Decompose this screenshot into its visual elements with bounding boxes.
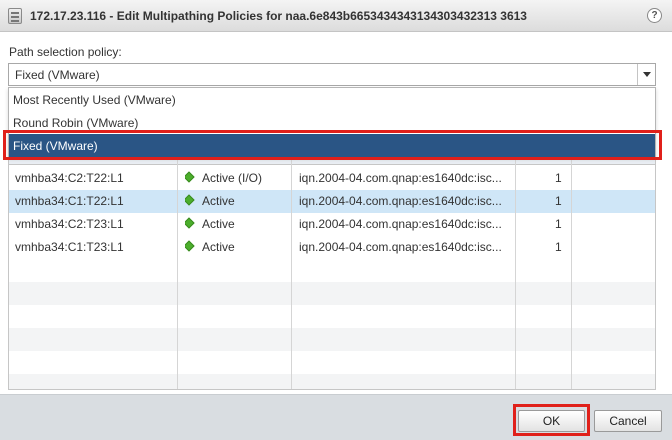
table-row[interactable]: vmhba34:C1:T23:L1 Active iqn.2004-04.com… [9, 236, 655, 259]
empty-row [9, 328, 655, 351]
column-divider [177, 143, 178, 389]
path-policy-select[interactable]: Fixed (VMware) [8, 63, 656, 86]
active-status-icon [185, 217, 195, 229]
cell-lun: 1 [555, 171, 562, 185]
datastore-icon [8, 8, 22, 24]
cell-status: Active [185, 217, 235, 231]
table-row[interactable]: vmhba34:C1:T22:L1 Active iqn.2004-04.com… [9, 190, 655, 213]
cell-runtime-name: vmhba34:C2:T22:L1 [15, 171, 124, 185]
cell-target: iqn.2004-04.com.qnap:es1640dc:isc... [299, 240, 502, 254]
cell-status: Active [185, 194, 235, 208]
empty-row [9, 374, 655, 389]
active-status-icon [185, 194, 195, 206]
help-icon[interactable]: ? [647, 8, 662, 23]
annotation-highlight-ok-button [513, 404, 590, 436]
cancel-button[interactable]: Cancel [594, 410, 662, 432]
cell-target: iqn.2004-04.com.qnap:es1640dc:isc... [299, 171, 502, 185]
column-divider [571, 143, 572, 389]
cell-runtime-name: vmhba34:C2:T23:L1 [15, 217, 124, 231]
cell-lun: 1 [555, 240, 562, 254]
cell-runtime-name: vmhba34:C1:T22:L1 [15, 194, 124, 208]
dialog-title: 172.17.23.116 - Edit Multipathing Polici… [30, 9, 527, 23]
cell-runtime-name: vmhba34:C1:T23:L1 [15, 240, 124, 254]
cell-lun: 1 [555, 194, 562, 208]
chevron-down-icon[interactable] [637, 64, 655, 85]
cell-status-text: Active (I/O) [202, 171, 263, 185]
active-status-icon [185, 240, 195, 252]
cell-status-text: Active [202, 194, 235, 208]
annotation-highlight-fixed-option [3, 130, 662, 160]
table-row[interactable]: vmhba34:C2:T23:L1 Active iqn.2004-04.com… [9, 213, 655, 236]
path-policy-selected-value: Fixed (VMware) [15, 68, 100, 82]
cell-status: Active [185, 240, 235, 254]
cell-status-text: Active [202, 240, 235, 254]
cell-status-text: Active [202, 217, 235, 231]
path-policy-label: Path selection policy: [9, 45, 122, 59]
cell-target: iqn.2004-04.com.qnap:es1640dc:isc... [299, 194, 502, 208]
column-divider [515, 143, 516, 389]
policy-option-most-recently-used[interactable]: Most Recently Used (VMware) [9, 88, 655, 111]
cell-target: iqn.2004-04.com.qnap:es1640dc:isc... [299, 217, 502, 231]
empty-row [9, 282, 655, 305]
dialog-titlebar: 172.17.23.116 - Edit Multipathing Polici… [0, 0, 672, 32]
table-row[interactable]: vmhba34:C2:T22:L1 Active (I/O) iqn.2004-… [9, 167, 655, 190]
cell-lun: 1 [555, 217, 562, 231]
active-status-icon [185, 171, 195, 183]
column-divider [291, 143, 292, 389]
cell-status: Active (I/O) [185, 171, 262, 185]
